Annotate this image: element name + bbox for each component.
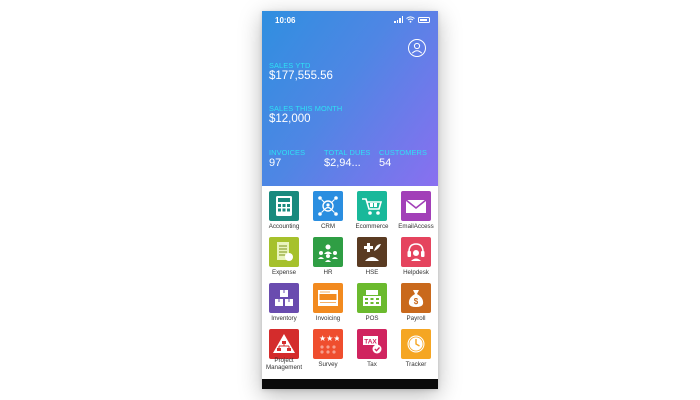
customers-value: 54 — [379, 157, 392, 169]
app-label: Tax — [367, 361, 377, 368]
apps-grid: Accounting CRM Ecommerce EmailAccess Exp… — [262, 186, 438, 379]
cart-icon — [357, 191, 387, 221]
support-icon — [401, 237, 431, 267]
total-dues-label: TOTAL DUES — [324, 148, 371, 157]
status-icons — [394, 16, 430, 23]
svg-text:TAX: TAX — [364, 339, 377, 346]
app-crm[interactable]: CRM — [306, 191, 350, 230]
app-ecommerce[interactable]: Ecommerce — [350, 191, 394, 230]
app-inventory[interactable]: Inventory — [262, 283, 306, 322]
svg-text:$: $ — [414, 297, 419, 306]
app-label: HSE — [365, 269, 379, 276]
app-hr[interactable]: HR — [306, 237, 350, 276]
svg-text:★★★: ★★★ — [319, 334, 339, 343]
app-accounting[interactable]: Accounting — [262, 191, 306, 230]
sales-month-label: SALES THIS MONTH — [269, 104, 343, 113]
app-label: Accounting — [268, 223, 300, 230]
sales-ytd-label: SALES YTD — [269, 61, 311, 70]
app-project-management[interactable]: Project Management — [262, 329, 306, 371]
profile-button[interactable] — [408, 39, 426, 57]
app-label: Payroll — [406, 315, 426, 322]
sales-ytd-value: $177,555.56 — [269, 70, 333, 82]
app-label: EmailAccess — [398, 223, 434, 230]
status-time: 10:06 — [275, 16, 296, 25]
app-label: Inventory — [271, 315, 297, 322]
app-label: POS — [365, 315, 379, 322]
safety-icon — [357, 237, 387, 267]
app-label: Survey — [318, 361, 338, 368]
app-label: HR — [323, 269, 333, 276]
calculator-icon — [269, 191, 299, 221]
app-emailaccess[interactable]: EmailAccess — [394, 191, 438, 230]
app-label: Tracker — [405, 361, 427, 368]
sales-month-value: $12,000 — [269, 113, 311, 125]
phone-screen: 10:06 SALES YTD $177,555.56 SALES THIS M… — [262, 11, 438, 389]
app-tax[interactable]: TAX Tax — [350, 329, 394, 368]
app-label: Helpdesk — [403, 269, 429, 276]
receipt-icon — [269, 237, 299, 267]
boxes-icon — [269, 283, 299, 313]
app-label: Expense — [271, 269, 297, 276]
user-icon — [411, 42, 423, 54]
tax-icon: TAX — [357, 329, 387, 359]
app-label: CRM — [320, 223, 336, 230]
app-label: Ecommerce — [355, 223, 389, 230]
register-icon — [357, 283, 387, 313]
app-pos[interactable]: POS — [350, 283, 394, 322]
clock-icon — [401, 329, 431, 359]
app-helpdesk[interactable]: Helpdesk — [394, 237, 438, 276]
envelope-icon — [401, 191, 431, 221]
app-hse[interactable]: HSE — [350, 237, 394, 276]
bottom-bar — [262, 379, 438, 389]
app-label: Invoicing — [315, 315, 341, 322]
network-icon — [313, 191, 343, 221]
money-bag-icon: $ — [401, 283, 431, 313]
app-payroll[interactable]: $ Payroll — [394, 283, 438, 322]
app-tracker[interactable]: Tracker — [394, 329, 438, 368]
people-icon — [313, 237, 343, 267]
stars-icon: ★★★ — [313, 329, 343, 359]
total-dues-value: $2,94... — [324, 157, 361, 169]
battery-icon — [418, 16, 430, 23]
app-survey[interactable]: ★★★ Survey — [306, 329, 350, 368]
invoice-icon — [313, 283, 343, 313]
hierarchy-icon — [269, 329, 299, 359]
wifi-icon — [406, 16, 415, 23]
invoices-label: INVOICES — [269, 148, 306, 157]
signal-icon — [394, 16, 403, 23]
dashboard-header: 10:06 SALES YTD $177,555.56 SALES THIS M… — [262, 11, 438, 186]
app-label: Project Management — [265, 357, 303, 371]
app-invoicing[interactable]: Invoicing — [306, 283, 350, 322]
status-bar: 10:06 — [262, 11, 438, 29]
app-expense[interactable]: Expense — [262, 237, 306, 276]
customers-label: CUSTOMERS — [379, 148, 427, 157]
invoices-value: 97 — [269, 157, 282, 169]
